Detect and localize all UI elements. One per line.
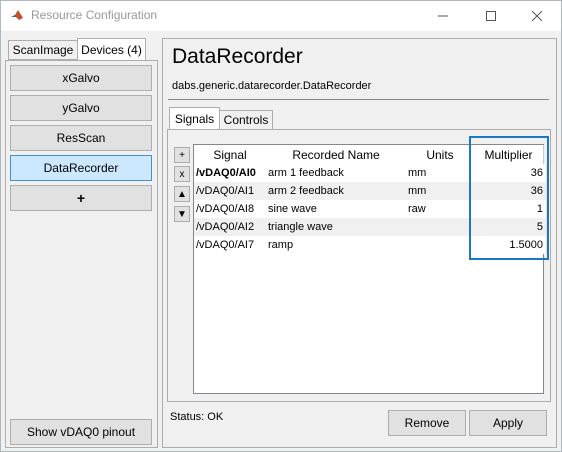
table-cell-units[interactable]: mm [406, 164, 477, 182]
table-cell-name[interactable]: triangle wave [266, 218, 409, 236]
add-signal-button[interactable]: + [174, 147, 190, 163]
tab-scanimage[interactable]: ScanImage [8, 40, 78, 60]
matlab-app-icon [11, 10, 23, 20]
device-button-datarecorder[interactable]: DataRecorder [10, 155, 152, 181]
show-pinout-button[interactable]: Show vDAQ0 pinout [10, 419, 152, 445]
table-cell-signal[interactable]: /vDAQ0/AI7 [194, 236, 269, 254]
multiplier-highlight-box [469, 136, 549, 260]
column-header-recorded-name[interactable]: Recorded Name [266, 145, 407, 165]
column-header-units[interactable]: Units [406, 145, 475, 165]
minimize-button[interactable] [420, 1, 466, 31]
device-button-xgalvo[interactable]: xGalvo [10, 65, 152, 91]
move-up-button[interactable]: ▲ [174, 186, 190, 202]
minimize-icon [438, 15, 448, 17]
close-icon [532, 11, 542, 21]
tab-controls[interactable]: Controls [219, 110, 273, 130]
add-device-button[interactable]: + [10, 185, 152, 211]
table-cell-name[interactable]: ramp [266, 236, 409, 254]
column-header-signal[interactable]: Signal [194, 145, 267, 165]
remove-button[interactable]: Remove [388, 410, 466, 436]
table-cell-units[interactable]: mm [406, 182, 477, 200]
table-cell-units[interactable] [406, 236, 477, 254]
tab-signals[interactable]: Signals [169, 107, 220, 130]
divider [168, 99, 549, 100]
table-cell-name[interactable]: arm 2 feedback [266, 182, 409, 200]
page-title: DataRecorder [172, 45, 303, 68]
table-cell-signal[interactable]: /vDAQ0/AI1 [194, 182, 269, 200]
table-cell-signal[interactable]: /vDAQ0/AI8 [194, 200, 269, 218]
device-button-resscan[interactable]: ResScan [10, 125, 152, 151]
apply-button[interactable]: Apply [469, 410, 547, 436]
table-cell-units[interactable] [406, 218, 477, 236]
remove-signal-button[interactable]: x [174, 166, 190, 182]
maximize-icon [486, 11, 496, 21]
table-cell-signal[interactable]: /vDAQ0/AI0 [194, 164, 269, 182]
close-button[interactable] [514, 1, 560, 31]
device-button-ygalvo[interactable]: yGalvo [10, 95, 152, 121]
table-cell-units[interactable]: raw [406, 200, 477, 218]
table-cell-name[interactable]: arm 1 feedback [266, 164, 409, 182]
device-classname: dabs.generic.datarecorder.DataRecorder [172, 80, 372, 92]
move-down-button[interactable]: ▼ [174, 206, 190, 222]
maximize-button[interactable] [468, 1, 514, 31]
tab-devices[interactable]: Devices (4) [77, 38, 146, 61]
window-title: Resource Configuration [31, 8, 158, 22]
status-text: Status: OK [170, 411, 224, 423]
table-cell-name[interactable]: sine wave [266, 200, 409, 218]
table-cell-signal[interactable]: /vDAQ0/AI2 [194, 218, 269, 236]
